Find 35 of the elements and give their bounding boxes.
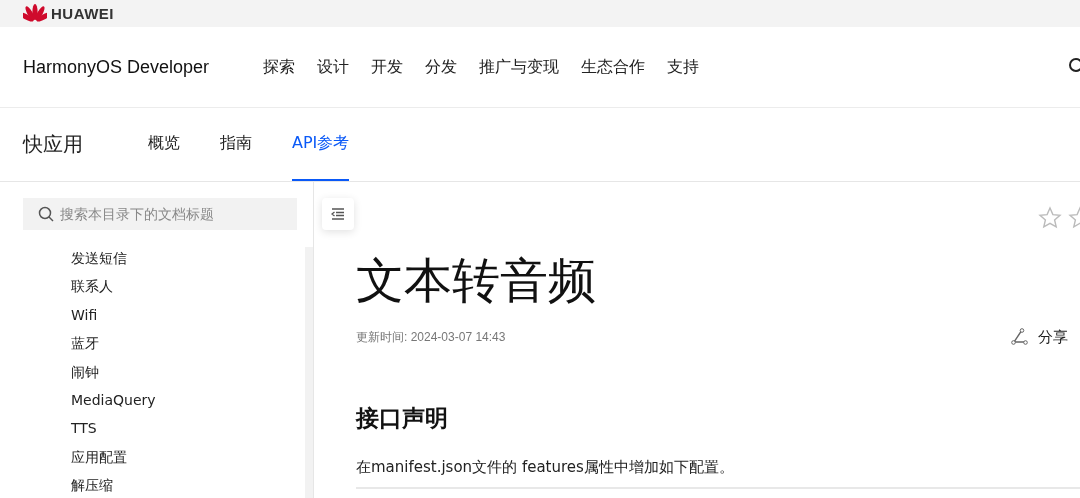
- sidebar-item[interactable]: 闹钟: [71, 357, 99, 386]
- tab[interactable]: 概览: [148, 108, 180, 181]
- section-heading: 接口声明: [356, 403, 449, 433]
- nav-link[interactable]: 开发: [371, 56, 403, 78]
- paragraph: 在manifest.json文件的 features属性中增加如下配置。: [356, 457, 735, 477]
- sidebar-item[interactable]: MediaQuery: [71, 385, 156, 415]
- share-icon: [1010, 328, 1028, 347]
- page-title: 文本转音频: [356, 252, 597, 310]
- search-field[interactable]: 搜索本目录下的文档标题: [23, 198, 297, 230]
- scrollbar[interactable]: [305, 247, 313, 498]
- sidebar-item[interactable]: TTS: [71, 414, 97, 443]
- sidebar-item[interactable]: 发送短信: [71, 244, 127, 273]
- share-link[interactable]: 分享: [1010, 327, 1068, 347]
- nav-link[interactable]: 探索: [263, 56, 295, 78]
- nav-link[interactable]: 分发: [425, 56, 457, 78]
- search-icon: [38, 206, 54, 222]
- collapse-sidebar-button[interactable]: [322, 198, 354, 230]
- nav-link[interactable]: 生态合作: [581, 56, 645, 78]
- section-title: 快应用: [23, 131, 84, 158]
- nav-link[interactable]: 设计: [317, 56, 349, 78]
- nav-link[interactable]: 支持: [667, 56, 699, 78]
- logo-icon: [23, 3, 47, 24]
- nav-link[interactable]: 推广与变现: [479, 56, 559, 78]
- product-logo-text[interactable]: HarmonyOS Developer: [23, 56, 263, 78]
- sidebar-item[interactable]: 联系人: [71, 272, 113, 301]
- sidebar-item[interactable]: 蓝牙: [71, 329, 99, 358]
- tab[interactable]: 指南: [220, 108, 252, 181]
- company-logo-text: HUAWEI: [51, 5, 114, 22]
- tab[interactable]: API参考: [292, 108, 350, 181]
- update-time: 更新时间: 2024-03-07 14:43: [356, 328, 506, 346]
- sidebar-item[interactable]: Wifi: [71, 300, 98, 330]
- star-icon[interactable]: [1038, 206, 1062, 230]
- sidebar-item[interactable]: 解压缩: [71, 471, 113, 498]
- indent-icon: [331, 208, 345, 220]
- sidebar-item[interactable]: 应用配置: [71, 442, 127, 472]
